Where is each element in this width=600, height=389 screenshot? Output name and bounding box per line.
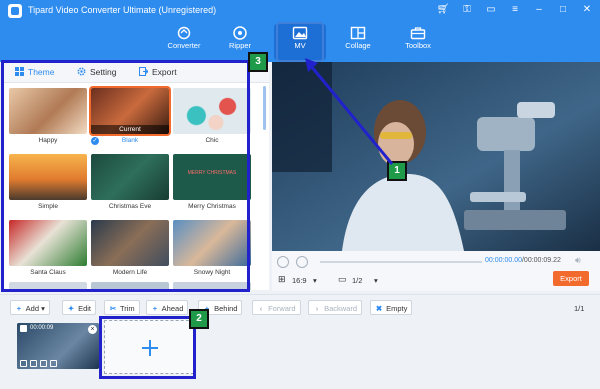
play-icon[interactable]	[277, 256, 289, 268]
close-icon[interactable]: ✕	[580, 3, 594, 17]
nav-toolbox[interactable]: Toolbox	[392, 24, 444, 60]
timeline-clip[interactable]: 00:00:09 ×	[17, 323, 99, 369]
plus-icon: +	[16, 304, 22, 313]
edit-icon: ✦	[67, 304, 75, 313]
effect-icon[interactable]	[40, 360, 47, 367]
chat-icon[interactable]: ▭	[484, 3, 498, 17]
preview-image	[272, 62, 600, 251]
badge-2: 2	[189, 309, 209, 329]
aspect-icon: ⊞	[278, 274, 286, 284]
highlight-box-3	[1, 60, 250, 292]
forward-button[interactable]: ‹ Forward	[252, 300, 301, 315]
stop-icon[interactable]	[296, 256, 308, 268]
mv-tab-highlight	[276, 22, 324, 62]
edit-label: Edit	[78, 304, 92, 313]
toolbox-icon	[410, 27, 426, 40]
play-icon[interactable]	[20, 360, 27, 367]
key-icon[interactable]: ⚿	[460, 3, 474, 17]
trash-icon: ✖	[375, 304, 383, 313]
chevron-down-icon[interactable]: ▾	[374, 276, 378, 285]
aspect-ratio[interactable]: 16:9	[292, 276, 307, 285]
trim-label: Trim	[119, 304, 135, 313]
page-indicator[interactable]: 1/2	[352, 276, 362, 285]
backward-label: Backward	[324, 304, 358, 313]
progress-bar[interactable]	[320, 261, 482, 263]
volume-icon[interactable]	[30, 360, 37, 367]
time-display: 00:00:00.00/00:00:09.22	[485, 257, 561, 264]
nav-collage-label: Collage	[345, 41, 371, 50]
video-preview	[272, 62, 600, 251]
scissors-icon[interactable]	[50, 360, 57, 367]
window-controls: 🛒︎ ⚿ ▭ ≡ – □ ✕	[436, 3, 594, 17]
edit-button[interactable]: ✦ Edit	[62, 300, 97, 315]
scissors-icon: ✂	[109, 304, 117, 313]
nav-converter-label: Converter	[167, 41, 201, 50]
monitor-icon: ▭	[338, 274, 347, 284]
chevron-left-icon: ‹	[259, 304, 263, 313]
minimize-icon[interactable]: –	[532, 3, 546, 17]
badge-3: 3	[248, 52, 268, 72]
chevron-down-icon: ▾	[41, 304, 45, 313]
nav-collage[interactable]: Collage	[332, 24, 384, 60]
cart-icon[interactable]: 🛒︎	[436, 3, 450, 17]
converter-icon	[177, 26, 191, 40]
menu-icon[interactable]: ≡	[508, 3, 522, 17]
forward-label: Forward	[268, 304, 296, 313]
empty-button[interactable]: ✖ Empty	[370, 300, 413, 315]
chevron-right-icon: ›	[315, 304, 319, 313]
add-button[interactable]: + Add ▾	[10, 300, 50, 315]
nav-ripper-label: Ripper	[228, 41, 252, 50]
title-bar: Tipard Video Converter Ultimate (Unregis…	[0, 0, 600, 22]
badge-1: 1	[387, 161, 407, 181]
add-label: Add	[25, 304, 40, 313]
clip-actions	[20, 360, 57, 367]
ahead-label: Ahead	[161, 304, 184, 313]
maximize-icon[interactable]: □	[556, 3, 570, 17]
app-logo	[8, 4, 22, 18]
app-title: Tipard Video Converter Ultimate (Unregis…	[28, 5, 217, 15]
ripper-icon	[233, 26, 247, 40]
current-time: 00:00:00.00	[485, 257, 522, 264]
backward-button[interactable]: › Backward	[308, 300, 363, 315]
plus-icon: +	[152, 304, 158, 313]
highlight-box-2	[99, 316, 196, 379]
theme-scrollbar[interactable]	[263, 86, 266, 130]
ahead-button[interactable]: + Ahead	[146, 300, 189, 315]
trim-button[interactable]: ✂ Trim	[104, 300, 140, 315]
film-icon	[20, 325, 27, 332]
clip-count: 1/1	[574, 304, 585, 313]
clip-duration: 00:00:09	[30, 325, 54, 331]
volume-icon[interactable]: 🔊︎	[575, 255, 581, 266]
chevron-down-icon[interactable]: ▾	[313, 276, 317, 285]
empty-label: Empty	[386, 304, 408, 313]
collage-icon	[350, 26, 366, 40]
behind-label: Behind	[214, 304, 238, 313]
total-time: /00:00:09.22	[521, 257, 561, 264]
edit-toolbar: + Add ▾ ✦ Edit ✂ Trim + Ahead + Behind ‹…	[0, 294, 600, 321]
close-icon[interactable]: ×	[88, 325, 97, 334]
export-button[interactable]: Export	[553, 271, 589, 286]
nav-converter[interactable]: Converter	[158, 24, 210, 60]
nav-toolbox-label: Toolbox	[405, 41, 431, 50]
